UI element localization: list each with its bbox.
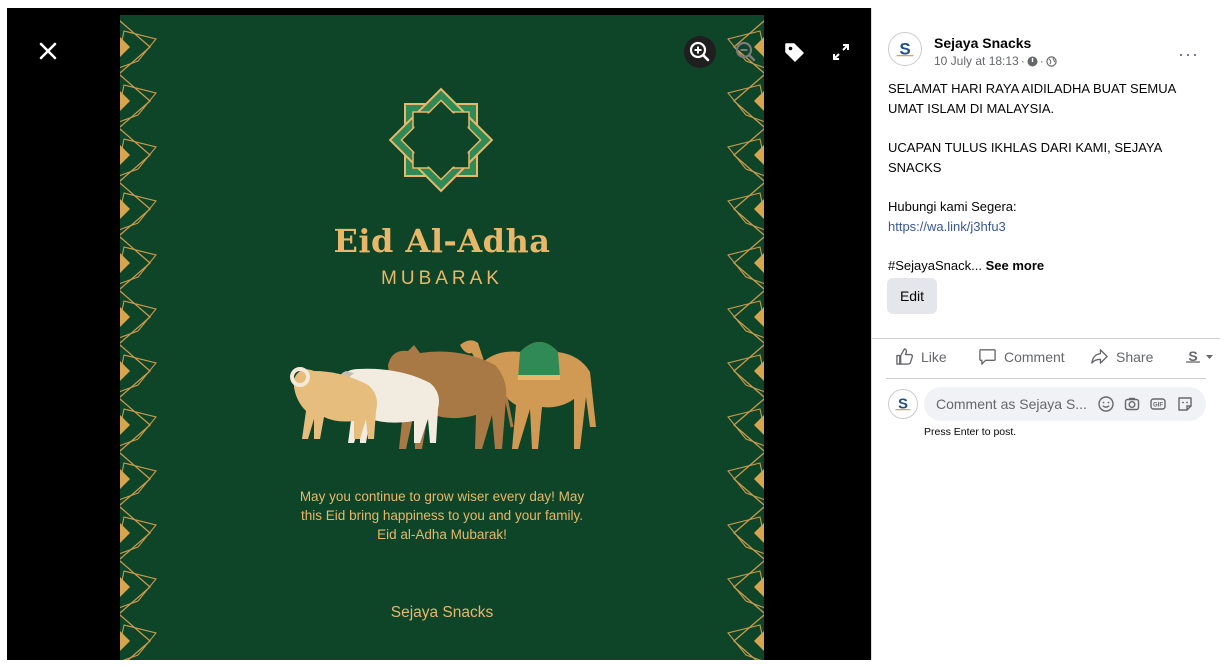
globe-icon (1046, 55, 1057, 67)
comment-composer: GIF (924, 387, 1206, 421)
edit-button[interactable]: Edit (887, 278, 937, 314)
post-photo[interactable]: Eid Al-Adha MUBARAK May you continue to … (120, 15, 764, 660)
svg-text:GIF: GIF (1153, 403, 1163, 409)
post-text: SELAMAT HARI RAYA AIDILADHA BUAT SEMUA U… (888, 79, 1208, 295)
hashtag-text[interactable]: #SejayaSnack... (888, 258, 982, 273)
post-meta: 10 July at 18:13 · · (934, 54, 1057, 68)
zoom-out-icon[interactable] (730, 36, 762, 68)
emoji-icon[interactable] (1097, 395, 1115, 413)
contact-label: Hubungi kami Segera: (888, 199, 1017, 214)
photo-viewer-window: Eid Al-Adha MUBARAK May you continue to … (0, 0, 1228, 666)
photo-subtitle: MUBARAK (381, 268, 503, 289)
post-sidebar: S Sejaya Snacks 10 July at 18:13 · · ···… (871, 8, 1220, 660)
tag-icon[interactable] (778, 36, 810, 68)
page-mini-avatar: S (1186, 348, 1200, 364)
photo-title: Eid Al-Adha (333, 222, 551, 260)
audience-settings-icon[interactable] (1027, 56, 1038, 67)
meta-separator: · (1039, 54, 1044, 68)
comment-button[interactable]: Comment (978, 347, 1065, 366)
more-options-button[interactable]: ··· (1178, 44, 1199, 65)
thumbs-up-icon (896, 348, 914, 365)
meta-separator: · (1020, 54, 1025, 68)
press-enter-hint: Press Enter to post. (924, 426, 1017, 438)
divider (886, 378, 1206, 379)
photo-message: May you continue to grow wiser every day… (299, 489, 585, 542)
post-contact: Hubungi kami Segera: https://wa.link/j3h… (888, 197, 1208, 237)
like-button[interactable]: Like (895, 347, 947, 366)
page-avatar[interactable]: S (888, 32, 922, 66)
action-bar: Like Comment Share S (890, 347, 1213, 371)
star-emblem (388, 87, 494, 193)
page-name-link[interactable]: Sejaya Snacks (934, 35, 1031, 51)
commenter-avatar[interactable]: S (888, 389, 918, 419)
post-timestamp[interactable]: 10 July at 18:13 (934, 54, 1019, 68)
gif-icon[interactable]: GIF (1149, 395, 1167, 413)
comment-label: Comment (1004, 348, 1065, 365)
see-more-link[interactable]: See more (986, 258, 1045, 273)
whatsapp-link[interactable]: https://wa.link/j3hfu3 (888, 219, 1006, 234)
share-icon (1091, 349, 1108, 364)
camera-icon[interactable] (1123, 395, 1141, 413)
chevron-down-icon (1206, 354, 1213, 359)
share-label: Share (1116, 348, 1154, 365)
comment-icon (979, 349, 996, 365)
like-label: Like (921, 348, 947, 365)
close-icon[interactable] (31, 34, 65, 68)
post-hashtag-line: #SejayaSnack... See more (888, 256, 1208, 276)
photo-signature: Sejaya Snacks (390, 604, 494, 621)
photo-viewer: Eid Al-Adha MUBARAK May you continue to … (7, 8, 871, 660)
post-paragraph: SELAMAT HARI RAYA AIDILADHA BUAT SEMUA U… (888, 81, 1176, 116)
interact-as-page-selector[interactable]: S (1184, 347, 1214, 365)
zoom-in-icon[interactable] (684, 36, 716, 68)
left-ornament-border (120, 20, 157, 660)
animals-illustration (290, 340, 596, 449)
share-button[interactable]: Share (1090, 347, 1153, 366)
right-ornament-border (727, 20, 764, 660)
expand-icon[interactable] (825, 36, 857, 68)
sticker-icon[interactable] (1176, 395, 1194, 413)
comment-input[interactable] (936, 387, 1091, 421)
divider (872, 338, 1220, 339)
post-paragraph: UCAPAN TULUS IKHLAS DARI KAMI, SEJAYA SN… (888, 140, 1162, 175)
